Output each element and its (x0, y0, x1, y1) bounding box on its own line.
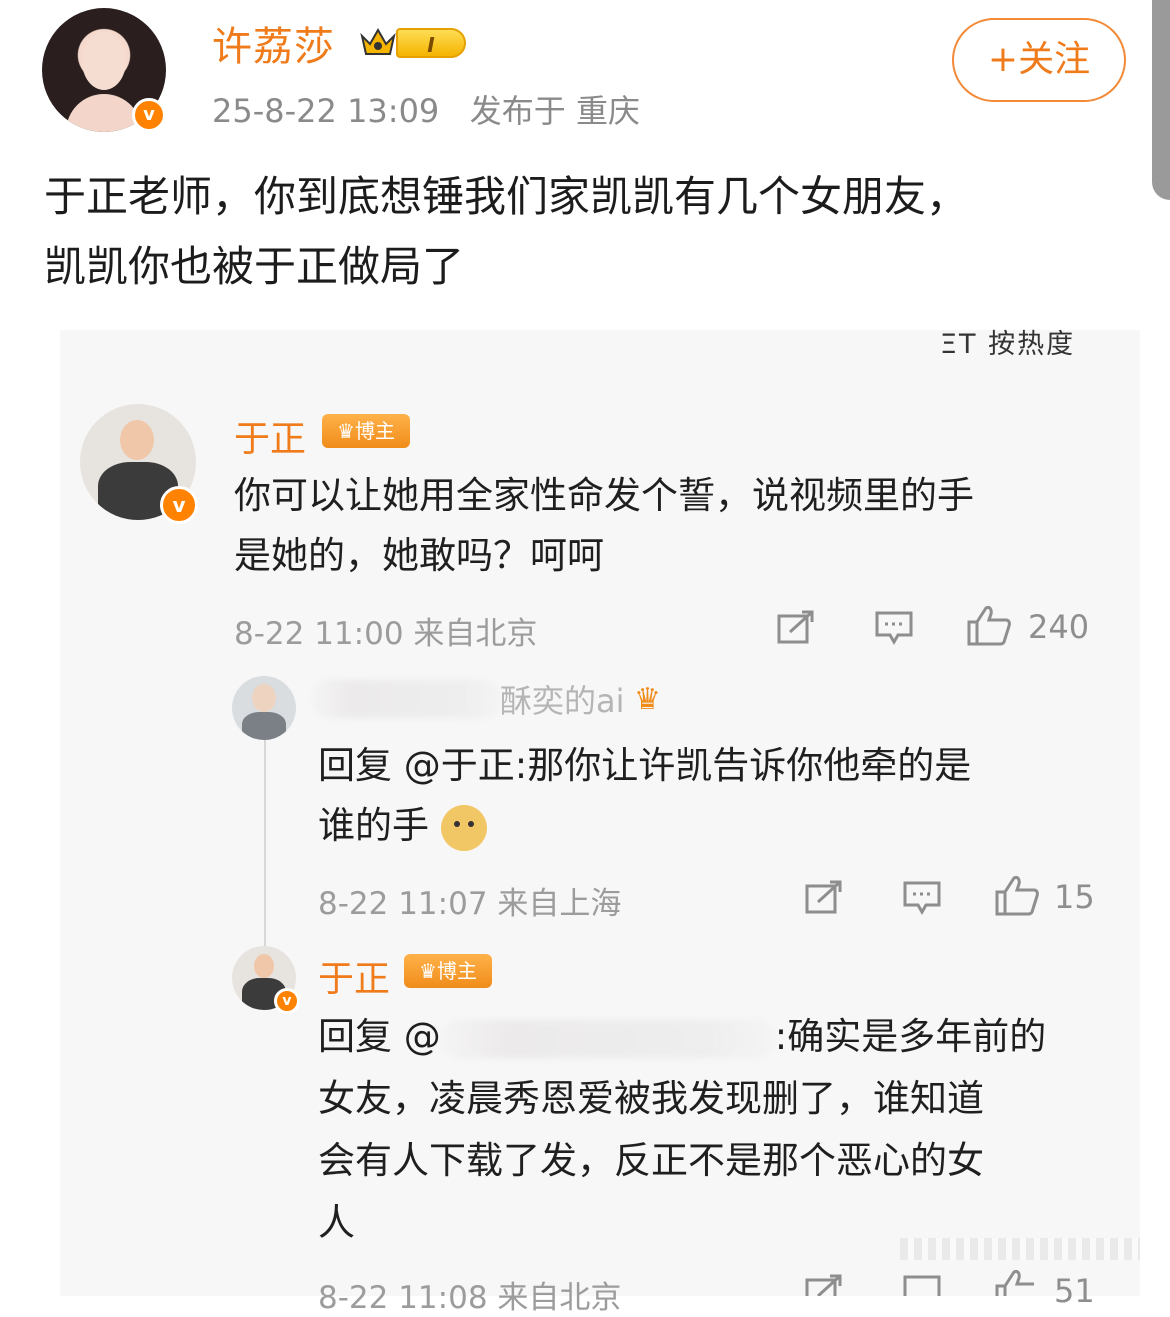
comment-line: 回复 @于正:那你让许凯告诉你他牵的是 (318, 744, 972, 787)
blurred-username (312, 680, 502, 718)
scroll-indicator (900, 1238, 1140, 1260)
avatar-head (120, 420, 154, 460)
avatar-face (82, 32, 126, 90)
reply-prefix: 回复 @ (318, 1015, 441, 1058)
comment-line-text: :确实是多年前的 (774, 1015, 1047, 1058)
comment-line-text: 谁的手 (318, 804, 429, 847)
comment-icon[interactable] (902, 1274, 942, 1296)
comment-meta: 8-22 11:08 来自北京 (318, 1280, 622, 1316)
like-icon[interactable] (994, 874, 1040, 916)
comment-line: 谁的手 (318, 796, 1118, 856)
commenter-avatar[interactable] (232, 676, 296, 740)
comment-line: 女友，凌晨秀恩爱被我发现删了，谁知道 (318, 1077, 984, 1120)
blurred-username (440, 1019, 775, 1058)
like-count: 51 (1054, 1272, 1095, 1310)
avatar-head (252, 684, 276, 712)
badge-label: 博主 (436, 959, 477, 983)
post-text-line: 于正老师，你到底想锤我们家凯凯有几个女朋友， (44, 172, 969, 221)
blogger-badge: ♛博主 (404, 954, 492, 988)
comment-text: 回复 @ :确实是多年前的 女友，凌晨秀恩爱被我发现删了，谁知道 会有人下载了发，… (318, 1006, 1118, 1254)
comment-text: 你可以让她用全家性命发个誓，说视频里的手 是她的，她敢吗？呵呵 (234, 466, 1114, 586)
verified-icon: v (132, 98, 166, 132)
comment-icon[interactable] (874, 610, 914, 646)
follow-button[interactable]: +关注 (952, 18, 1126, 102)
post-text: 于正老师，你到底想锤我们家凯凯有几个女朋友， 凯凯你也被于正做局了 (44, 162, 1124, 302)
avatar-head (254, 954, 274, 978)
comment-line: 是她的，她敢吗？呵呵 (234, 534, 604, 577)
level-badge: I (396, 28, 466, 58)
commenter-name[interactable]: 于正 (234, 410, 306, 462)
thread-line (264, 740, 266, 950)
share-icon[interactable] (804, 1274, 844, 1296)
post-meta: 25-8-22 13:09 发布于 重庆 (212, 86, 640, 132)
verified-icon: v (160, 486, 198, 524)
comment-text: 回复 @于正:那你让许凯告诉你他牵的是 谁的手 (318, 736, 1118, 856)
comment-line: 回复 @ :确实是多年前的 (318, 1006, 1118, 1068)
screen-edge (1152, 0, 1170, 200)
author-name[interactable]: 许荔莎 (212, 14, 335, 72)
crown-icon: ♛ (634, 682, 661, 717)
comment-icon[interactable] (902, 880, 942, 916)
sort-label: ΞT 按热度 (940, 329, 1076, 360)
share-icon[interactable] (776, 610, 816, 646)
verified-icon: v (274, 988, 300, 1014)
comment-line: 会有人下载了发，反正不是那个恶心的女 (318, 1139, 984, 1182)
avatar-body (66, 94, 142, 132)
like-count: 15 (1054, 878, 1095, 916)
like-icon[interactable] (966, 604, 1012, 646)
crown-icon: ♛ (337, 419, 355, 443)
post-location: 发布于 重庆 (469, 92, 640, 130)
like-icon[interactable] (994, 1268, 1040, 1296)
post-time: 25-8-22 13:09 (212, 92, 440, 130)
avatar-torso (242, 712, 286, 740)
like-count: 240 (1028, 608, 1090, 646)
post-text-line: 凯凯你也被于正做局了 (44, 242, 465, 291)
crown-icon: ♛ (419, 959, 437, 983)
commenter-name[interactable]: 于正 (318, 950, 390, 1002)
crown-icon (360, 27, 396, 55)
blogger-badge: ♛博主 (322, 414, 410, 448)
comment-meta: 8-22 11:07 来自上海 (318, 886, 622, 922)
commenter-name-partial[interactable]: 酥奕的ai (500, 676, 625, 722)
comment-meta: 8-22 11:00 来自北京 (234, 616, 538, 652)
share-icon[interactable] (804, 880, 844, 916)
doge-emoji-icon (440, 804, 487, 851)
comment-line: 你可以让她用全家性命发个誓，说视频里的手 (234, 474, 974, 517)
badge-label: 博主 (354, 419, 395, 443)
